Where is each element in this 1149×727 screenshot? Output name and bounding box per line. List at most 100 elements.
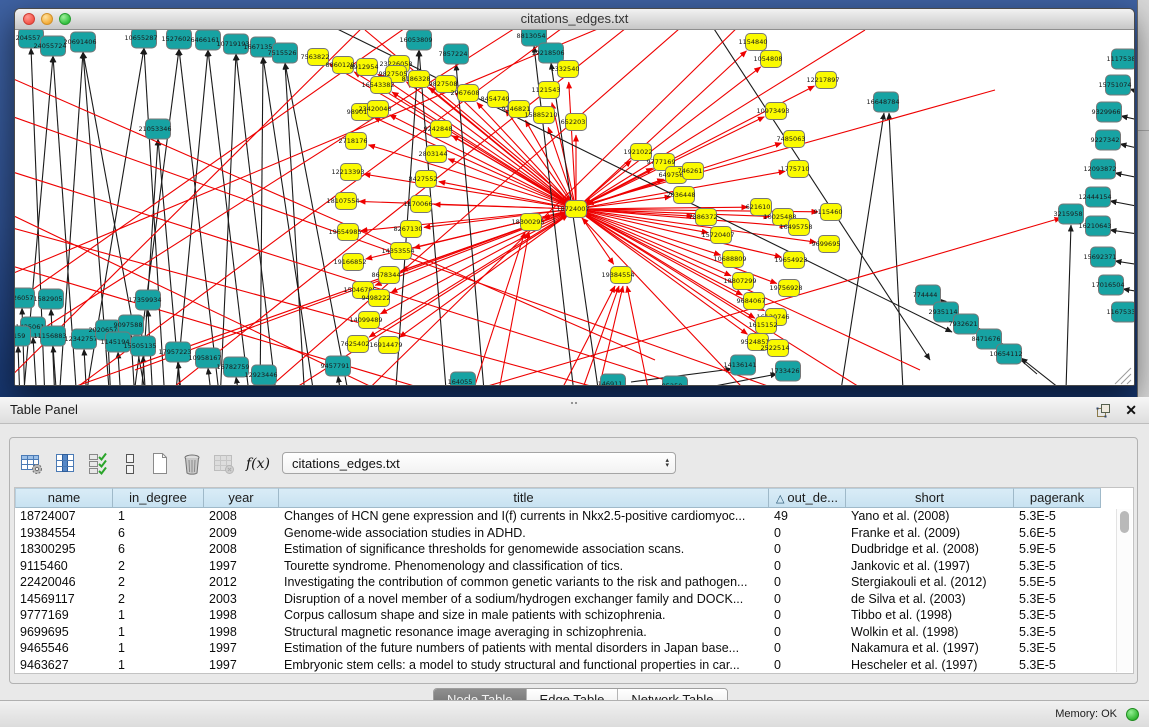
graph-node[interactable]: 10655287 xyxy=(124,30,157,48)
table-cell[interactable]: 2008 xyxy=(204,541,279,558)
table-cell[interactable]: 0 xyxy=(769,558,846,575)
graph-node[interactable]: 1121543 xyxy=(532,82,561,99)
graph-node[interactable]: 10973493 xyxy=(756,103,789,120)
table-cell[interactable]: 5.5E-5 xyxy=(1014,574,1101,591)
graph-node[interactable]: 164055 xyxy=(448,372,476,386)
table-cell[interactable]: 5.3E-5 xyxy=(1014,508,1101,525)
table-cell[interactable]: Changes of HCN gene expression and I(f) … xyxy=(279,508,769,525)
graph-edge[interactable] xyxy=(493,232,529,386)
graph-node[interactable]: 2526057 xyxy=(15,288,35,308)
column-header-title[interactable]: title xyxy=(279,488,769,508)
float-panel-icon[interactable] xyxy=(1096,403,1111,418)
graph-edge[interactable] xyxy=(627,286,655,386)
delete-table-button[interactable] xyxy=(178,450,206,478)
table-cell[interactable]: 5.6E-5 xyxy=(1014,525,1101,542)
table-cell[interactable]: Dudbridge et al. (2008) xyxy=(846,541,1014,558)
graph-node[interactable]: 19654923 xyxy=(774,252,807,269)
graph-node[interactable]: 8678344 xyxy=(372,267,401,284)
graph-node[interactable]: 1054808 xyxy=(754,51,783,68)
table-settings-button[interactable] xyxy=(18,450,46,478)
table-cell[interactable]: 0 xyxy=(769,624,846,641)
graph-node[interactable]: 20691406 xyxy=(63,32,96,52)
row-height-button[interactable] xyxy=(116,450,144,478)
graph-node[interactable]: 3215958 xyxy=(1054,204,1084,224)
select-all-rows-button[interactable] xyxy=(85,450,113,478)
table-cell[interactable]: 2 xyxy=(113,574,204,591)
table-cell[interactable]: Estimation of significance thresholds fo… xyxy=(279,541,769,558)
table-cell[interactable]: Genome-wide association studies in ADHD. xyxy=(279,525,769,542)
graph-edge[interactable] xyxy=(841,113,884,386)
table-cell[interactable]: 5.3E-5 xyxy=(1014,607,1101,624)
table-cell[interactable]: 2008 xyxy=(204,508,279,525)
column-header-out-de-[interactable]: △out_de... xyxy=(769,488,846,508)
table-row[interactable]: 1938455462009Genome-wide association stu… xyxy=(15,525,1133,542)
graph-edge[interactable] xyxy=(889,113,903,386)
graph-edge[interactable] xyxy=(576,51,746,209)
table-selector-dropdown[interactable]: citations_edges.txt ▴▾ xyxy=(282,452,676,474)
graph-node[interactable]: 7625402 xyxy=(341,336,370,353)
graph-node[interactable]: 16053809 xyxy=(399,30,432,50)
panel-splitter-grip[interactable] xyxy=(570,401,579,406)
graph-edge[interactable] xyxy=(1110,201,1134,210)
graph-edge[interactable] xyxy=(1121,116,1134,126)
table-row[interactable]: 1872400712008Changes of HCN gene express… xyxy=(15,508,1133,525)
column-header-in-degree[interactable]: in_degree xyxy=(113,488,204,508)
graph-node[interactable]: 19654985 xyxy=(328,224,361,241)
table-cell[interactable]: 9465546 xyxy=(15,640,113,657)
graph-node[interactable]: 14353554 xyxy=(381,243,414,260)
graph-node[interactable]: 15720407 xyxy=(701,227,734,244)
table-row[interactable]: 1830029562008Estimation of significance … xyxy=(15,541,1133,558)
table-cell[interactable]: de Silva et al. (2003) xyxy=(846,591,1014,608)
table-cell[interactable]: Estimation of the future numbers of pati… xyxy=(279,640,769,657)
table-cell[interactable]: Franke et al. (2009) xyxy=(846,525,1014,542)
table-cell[interactable]: 6 xyxy=(113,525,204,542)
graph-node[interactable]: 8427552 xyxy=(409,171,438,188)
graph-node[interactable]: 1527602 xyxy=(162,30,192,49)
table-cell[interactable]: 0 xyxy=(769,541,846,558)
table-row[interactable]: 946362711997Embryonic stem cells: a mode… xyxy=(15,657,1133,674)
table-cell[interactable]: Wolkin et al. (1998) xyxy=(846,624,1014,641)
graph-edge[interactable] xyxy=(400,209,576,337)
graph-node[interactable]: 2036448 xyxy=(667,187,696,204)
graph-node[interactable]: 15751074 xyxy=(1098,75,1131,95)
table-scrollbar[interactable] xyxy=(1116,509,1132,672)
table-cell[interactable]: 1 xyxy=(113,640,204,657)
table-cell[interactable]: 0 xyxy=(769,591,846,608)
graph-node[interactable]: 1167533 xyxy=(1107,302,1134,322)
column-header-short[interactable]: short xyxy=(846,488,1014,508)
column-header-name[interactable]: name xyxy=(15,488,113,508)
table-row[interactable]: 911546021997Tourette syndrome. Phenomeno… xyxy=(15,558,1133,575)
graph-edge[interactable] xyxy=(208,368,212,386)
table-cell[interactable]: 5.3E-5 xyxy=(1014,591,1101,608)
table-cell[interactable]: 9699695 xyxy=(15,624,113,641)
table-panel-header[interactable]: Table Panel ✕ xyxy=(0,397,1149,424)
table-cell[interactable]: 2009 xyxy=(204,525,279,542)
table-cell[interactable]: 0 xyxy=(769,640,846,657)
graph-edge[interactable] xyxy=(338,376,342,386)
table-cell[interactable]: 1997 xyxy=(204,657,279,674)
graph-edge[interactable] xyxy=(236,377,240,386)
table-cell[interactable]: Tourette syndrome. Phenomenology and cla… xyxy=(279,558,769,575)
table-cell[interactable]: 1 xyxy=(113,624,204,641)
graph-edge[interactable] xyxy=(576,67,761,209)
window-title-bar[interactable]: citations_edges.txt xyxy=(15,9,1134,30)
table-cell[interactable]: 5.3E-5 xyxy=(1014,624,1101,641)
table-cell[interactable]: Embryonic stem cells: a model to study s… xyxy=(279,657,769,674)
table-cell[interactable]: 5.3E-5 xyxy=(1014,657,1101,674)
table-cell[interactable]: 0 xyxy=(769,657,846,674)
table-cell[interactable]: 49 xyxy=(769,508,846,525)
function-builder-button[interactable]: f(x) xyxy=(244,450,272,478)
table-cell[interactable]: 2003 xyxy=(204,591,279,608)
table-cell[interactable]: 2 xyxy=(113,558,204,575)
graph-node[interactable]: 12444154 xyxy=(1078,187,1111,207)
memory-status-indicator[interactable] xyxy=(1126,708,1139,721)
graph-node[interactable]: 12217897 xyxy=(806,72,839,89)
graph-edge[interactable] xyxy=(1066,225,1071,386)
table-cell[interactable]: 2 xyxy=(113,591,204,608)
table-cell[interactable]: 0 xyxy=(769,525,846,542)
column-header-year[interactable]: year xyxy=(204,488,279,508)
graph-node[interactable]: 15692371 xyxy=(1083,247,1116,267)
table-scrollbar-thumb[interactable] xyxy=(1120,511,1129,533)
table-cell[interactable]: 1997 xyxy=(204,640,279,657)
graph-edge[interactable] xyxy=(15,30,385,386)
